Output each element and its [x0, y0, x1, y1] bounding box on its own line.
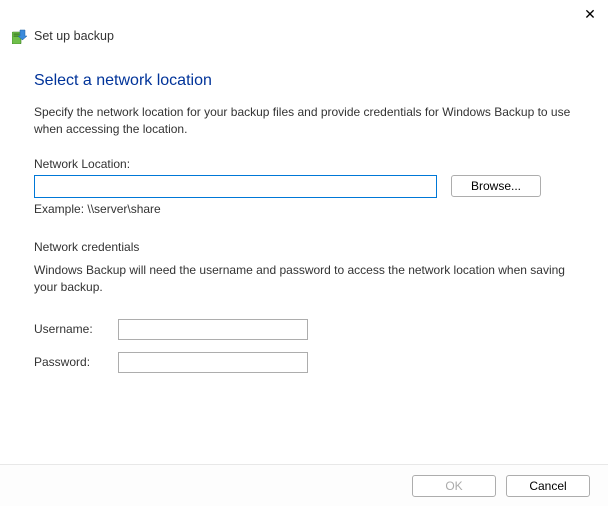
password-row: Password:	[34, 352, 574, 373]
password-label: Password:	[34, 355, 118, 369]
ok-button[interactable]: OK	[412, 475, 496, 497]
browse-button[interactable]: Browse...	[451, 175, 541, 197]
window-title: Set up backup	[34, 29, 114, 43]
network-location-input[interactable]	[34, 175, 437, 198]
network-location-label: Network Location:	[34, 157, 574, 171]
content-area: Select a network location Specify the ne…	[0, 52, 608, 373]
footer-bar: OK Cancel	[0, 464, 608, 506]
example-text: Example: \\server\share	[34, 202, 574, 216]
password-input[interactable]	[118, 352, 308, 373]
close-icon[interactable]: ✕	[580, 4, 600, 24]
cancel-button[interactable]: Cancel	[506, 475, 590, 497]
backup-icon	[12, 28, 28, 44]
username-row: Username:	[34, 319, 574, 340]
network-location-row: Browse...	[34, 175, 574, 198]
page-heading: Select a network location	[34, 72, 574, 90]
window-header: Set up backup	[0, 0, 608, 52]
credentials-description: Windows Backup will need the username an…	[34, 262, 574, 297]
username-label: Username:	[34, 322, 118, 336]
credentials-heading: Network credentials	[34, 240, 574, 254]
page-description: Specify the network location for your ba…	[34, 104, 574, 139]
username-input[interactable]	[118, 319, 308, 340]
